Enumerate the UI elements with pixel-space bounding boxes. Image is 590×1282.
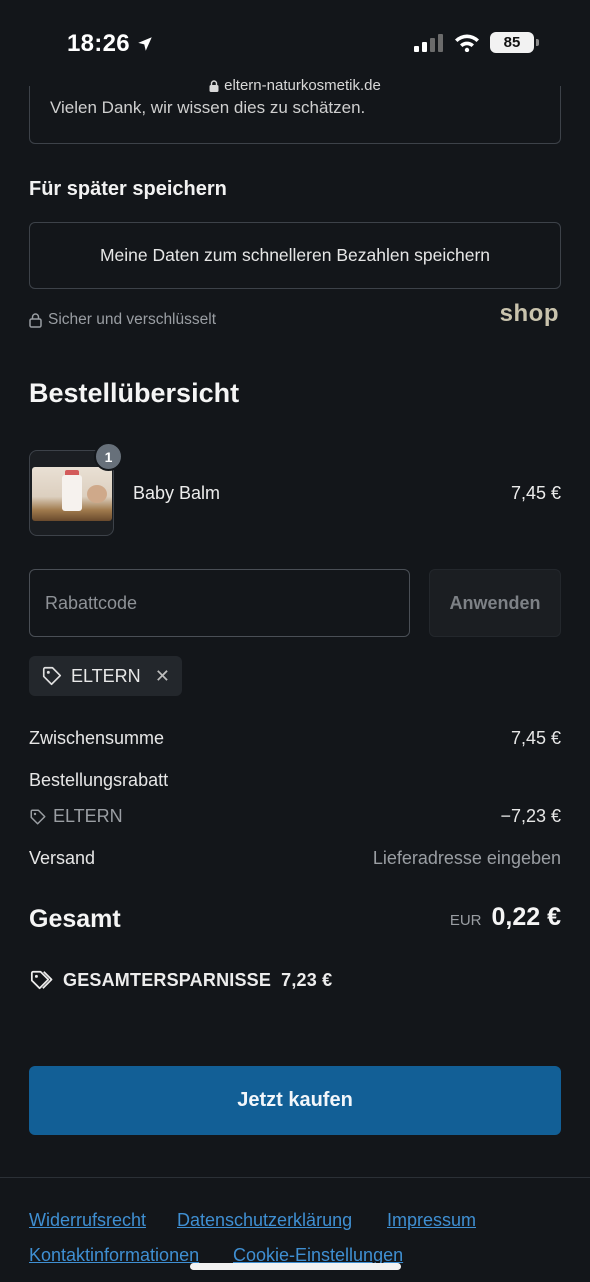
buy-now-button[interactable]: Jetzt kaufen [29, 1066, 561, 1135]
shipping-label: Versand [29, 848, 96, 868]
applied-discount-chip: ELTERN ✕ [29, 656, 182, 696]
save-section-heading: Für später speichern [29, 178, 227, 200]
order-discount-label: Bestellungsrabatt [29, 770, 169, 790]
order-note-field[interactable]: Vielen Dank, wir wissen dies zu schätzen… [29, 86, 561, 144]
order-summary-heading: Bestellübersicht [29, 378, 240, 408]
order-discount-code: ELTERN [53, 806, 123, 826]
product-image [32, 467, 112, 521]
footer-link-imprint[interactable]: Impressum [387, 1210, 476, 1231]
save-details-label: Meine Daten zum schnelleren Bezahlen spe… [99, 245, 491, 265]
total-currency: EUR [449, 912, 482, 929]
product-price: 7,45 € [510, 483, 561, 503]
signal-icon [414, 33, 443, 52]
location-arrow-icon [138, 37, 152, 51]
order-discount-code-row: ELTERN [29, 806, 123, 827]
savings-label: GESAMTERSPARNISSE [63, 969, 272, 990]
quantity-badge: 1 [94, 442, 123, 471]
battery-indicator: 85 [490, 32, 539, 53]
order-note-text: Vielen Dank, wir wissen dies zu schätzen… [50, 98, 366, 117]
tag-icon [42, 666, 62, 686]
total-savings: GESAMTERSPARNISSE 7,23 € [29, 969, 332, 991]
apply-discount-button[interactable]: Anwenden [429, 569, 561, 637]
savings-value: 7,23 € [281, 969, 333, 990]
remove-discount-icon[interactable]: ✕ [155, 666, 170, 687]
status-time: 18:26 [67, 30, 154, 58]
footer-link-privacy[interactable]: Datenschutzerklärung [177, 1210, 352, 1231]
lock-icon [29, 312, 42, 328]
home-indicator[interactable] [190, 1263, 401, 1270]
secure-label: Sicher und verschlüsselt [48, 311, 216, 328]
order-discount-value: −7,23 € [500, 806, 561, 826]
footer-link-withdrawal[interactable]: Widerrufsrecht [29, 1210, 146, 1231]
secure-note: Sicher und verschlüsselt [29, 311, 216, 329]
total-value: 0,22 € [491, 903, 561, 931]
subtotal-value: 7,45 € [510, 728, 561, 748]
subtotal-label: Zwischensumme [29, 728, 165, 748]
shipping-value: Lieferadresse eingeben [372, 848, 561, 868]
product-name: Baby Balm [133, 483, 221, 503]
footer-link-contact[interactable]: Kontaktinformationen [29, 1245, 199, 1266]
total-label: Gesamt [29, 905, 121, 933]
discount-code-input[interactable] [29, 569, 410, 637]
total-amount: EUR 0,22 € [450, 903, 561, 932]
status-indicators: 85 [414, 32, 539, 53]
wifi-icon [455, 34, 479, 52]
applied-discount-code: ELTERN [71, 665, 141, 686]
shop-pay-logo: shop [499, 300, 559, 327]
footer-divider [0, 1177, 590, 1178]
savings-tag-icon [30, 970, 53, 990]
save-details-button[interactable]: Meine Daten zum schnelleren Bezahlen spe… [29, 222, 561, 289]
tag-icon [30, 809, 46, 824]
